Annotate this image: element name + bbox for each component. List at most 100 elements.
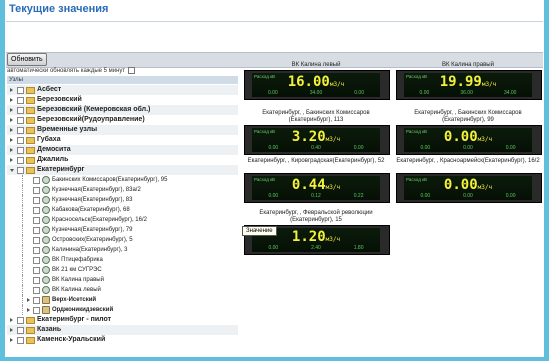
node-checkbox[interactable] xyxy=(33,177,40,184)
meter-unit: м3/ч xyxy=(481,81,497,88)
node-checkbox[interactable] xyxy=(33,197,40,204)
node-checkbox[interactable] xyxy=(17,157,24,164)
meter-panel: Расход кВ 19.99м3/ч 0.00 36.00 34.00 xyxy=(396,70,542,100)
node-checkbox[interactable] xyxy=(33,307,40,314)
tree-guide-line xyxy=(22,215,23,225)
tree-node-label: Кузнечная(Екатеринбург), 83 xyxy=(52,197,133,203)
node-checkbox[interactable] xyxy=(17,137,24,144)
tree-leaf[interactable]: Красносельск(Екатеринбург), 16/2 xyxy=(7,215,238,225)
tree-leaf[interactable]: ВК Калина правый xyxy=(7,275,238,285)
node-checkbox[interactable] xyxy=(33,237,40,244)
folder-icon xyxy=(26,127,35,134)
tree-leaf[interactable]: Калинина(Екатеринбург), 3 xyxy=(7,245,238,255)
meter-sub-value: 0.00 xyxy=(505,193,516,199)
tree-node[interactable]: Березовский xyxy=(7,95,238,105)
node-checkbox[interactable] xyxy=(33,267,40,274)
meter-caption: Екатеринбург, , Февральской революции (Е… xyxy=(259,210,373,223)
meter-sub-value: 2.40 xyxy=(311,245,321,251)
expand-arrow-icon[interactable] xyxy=(10,158,16,162)
meter-value-number: 0.00 xyxy=(443,129,478,145)
folder-icon xyxy=(26,87,35,94)
tree-leaf[interactable]: Островских(Екатеринбург), 5 xyxy=(7,235,238,245)
node-checkbox[interactable] xyxy=(33,217,40,224)
tree-leaf[interactable]: Бакинских Комиссаров(Екатеринбург), 95 xyxy=(7,175,238,185)
node-checkbox[interactable] xyxy=(17,327,24,334)
tree-node[interactable]: Екатеринбург - пилот xyxy=(7,315,238,325)
node-checkbox[interactable] xyxy=(33,207,40,214)
node-checkbox[interactable] xyxy=(17,147,24,154)
meter-sub-value: 0.00 xyxy=(268,90,278,96)
tree-subfolder[interactable]: Орджоникидзевский xyxy=(7,305,238,315)
node-checkbox[interactable] xyxy=(33,187,40,194)
folder-icon xyxy=(26,317,35,324)
node-checkbox[interactable] xyxy=(17,337,24,344)
tree-node[interactable]: Джалиль xyxy=(7,155,238,165)
expand-arrow-icon[interactable] xyxy=(10,328,16,332)
flow-meter-widget[interactable]: Екатеринбург, , Красноармейск(Екатеринбу… xyxy=(396,158,542,203)
tree-node-label: Каменск-Уральский xyxy=(37,336,106,343)
node-checkbox[interactable] xyxy=(33,277,40,284)
expand-arrow-icon[interactable] xyxy=(10,138,16,142)
node-checkbox[interactable] xyxy=(17,97,24,104)
meter-node-icon xyxy=(42,196,50,204)
node-checkbox[interactable] xyxy=(33,247,40,254)
flow-meter-widget[interactable]: ВК Калина правый Расход кВ 19.99м3/ч 0.00 36… xyxy=(396,62,542,100)
folder-icon xyxy=(26,327,35,334)
tree-subfolder[interactable]: Верх-Исетский xyxy=(7,295,238,305)
expand-arrow-icon[interactable] xyxy=(10,88,16,92)
folder-icon xyxy=(26,97,35,104)
right-border xyxy=(544,0,549,361)
expand-arrow-icon[interactable] xyxy=(10,338,16,342)
tree-node[interactable]: Каменск-Уральский xyxy=(7,335,238,345)
tree-node[interactable]: Березовский (Кемеровская обл.) xyxy=(7,105,238,115)
tree-node[interactable]: Асбест xyxy=(7,85,238,95)
flow-meter-widget[interactable]: Екатеринбург, , Бакинских Комиссаров (Ек… xyxy=(396,110,542,155)
node-checkbox[interactable] xyxy=(33,227,40,234)
folder-icon xyxy=(42,306,50,314)
node-checkbox[interactable] xyxy=(17,117,24,124)
tree-leaf[interactable]: Кабакова(Екатеринбург), 68 xyxy=(7,205,238,215)
meter-sub-value: 0.00 xyxy=(268,145,279,151)
tree-guide-line xyxy=(22,275,23,285)
refresh-button[interactable]: Обновить xyxy=(7,53,47,66)
meter-unit: м3/ч xyxy=(325,236,341,243)
meter-node-icon xyxy=(42,226,50,234)
collapse-arrow-icon[interactable] xyxy=(10,169,14,172)
folder-icon xyxy=(26,107,35,114)
tree-leaf[interactable]: Кузнечная(Екатеринбург), 83 xyxy=(7,195,238,205)
tree-guide-line xyxy=(22,205,23,215)
tree-leaf[interactable]: ВК Птицефабрика xyxy=(7,255,238,265)
expand-arrow-icon[interactable] xyxy=(10,318,16,322)
tree-node[interactable]: Екатеринбург xyxy=(7,165,238,175)
tree-node[interactable]: Березовский(Рудоуправление) xyxy=(7,115,238,125)
tree-node[interactable]: Временные узлы xyxy=(7,125,238,135)
auto-refresh-checkbox[interactable] xyxy=(128,67,136,74)
tree-leaf[interactable]: ВК Калина левый xyxy=(7,285,238,295)
expand-arrow-icon[interactable] xyxy=(10,118,16,122)
node-checkbox[interactable] xyxy=(17,127,24,134)
node-checkbox[interactable] xyxy=(17,107,24,114)
node-checkbox[interactable] xyxy=(33,257,40,264)
flow-meter-widget[interactable]: Екатеринбург, , Кировградская(Екатеринбу… xyxy=(244,158,390,203)
node-checkbox[interactable] xyxy=(33,287,40,294)
expand-arrow-icon[interactable] xyxy=(10,128,16,132)
tree-node[interactable]: Демосита xyxy=(7,145,238,155)
tree-node[interactable]: Казань xyxy=(7,325,238,335)
tree-leaf[interactable]: ВК 21 км СУГРЭС xyxy=(7,265,238,275)
tree-leaf[interactable]: Кузнечная(Екатеринбург), 79 xyxy=(7,225,238,235)
expand-arrow-icon[interactable] xyxy=(10,148,16,152)
node-checkbox[interactable] xyxy=(33,297,40,304)
expand-arrow-icon[interactable] xyxy=(10,98,16,102)
tree-node[interactable]: Губаха xyxy=(7,135,238,145)
meter-sub-value: 34.00 xyxy=(503,90,517,96)
flow-meter-widget[interactable]: ВК Калина левый Расход кВ 16.00м3/ч 0.00 34.… xyxy=(244,62,390,100)
expand-arrow-icon[interactable] xyxy=(10,108,16,112)
node-checkbox[interactable] xyxy=(17,87,24,94)
bottom-border xyxy=(0,357,549,361)
node-checkbox[interactable] xyxy=(17,167,24,174)
meter-sub-value: 0.00 xyxy=(353,145,364,151)
tree-leaf[interactable]: Кузнечная(Екатеринбург), 83а/2 xyxy=(7,185,238,195)
flow-meter-widget[interactable]: Екатеринбург, , Бакинских Комиссаров (Ек… xyxy=(244,110,390,155)
meter-sub-value: 0.00 xyxy=(463,193,473,199)
node-checkbox[interactable] xyxy=(17,317,24,324)
